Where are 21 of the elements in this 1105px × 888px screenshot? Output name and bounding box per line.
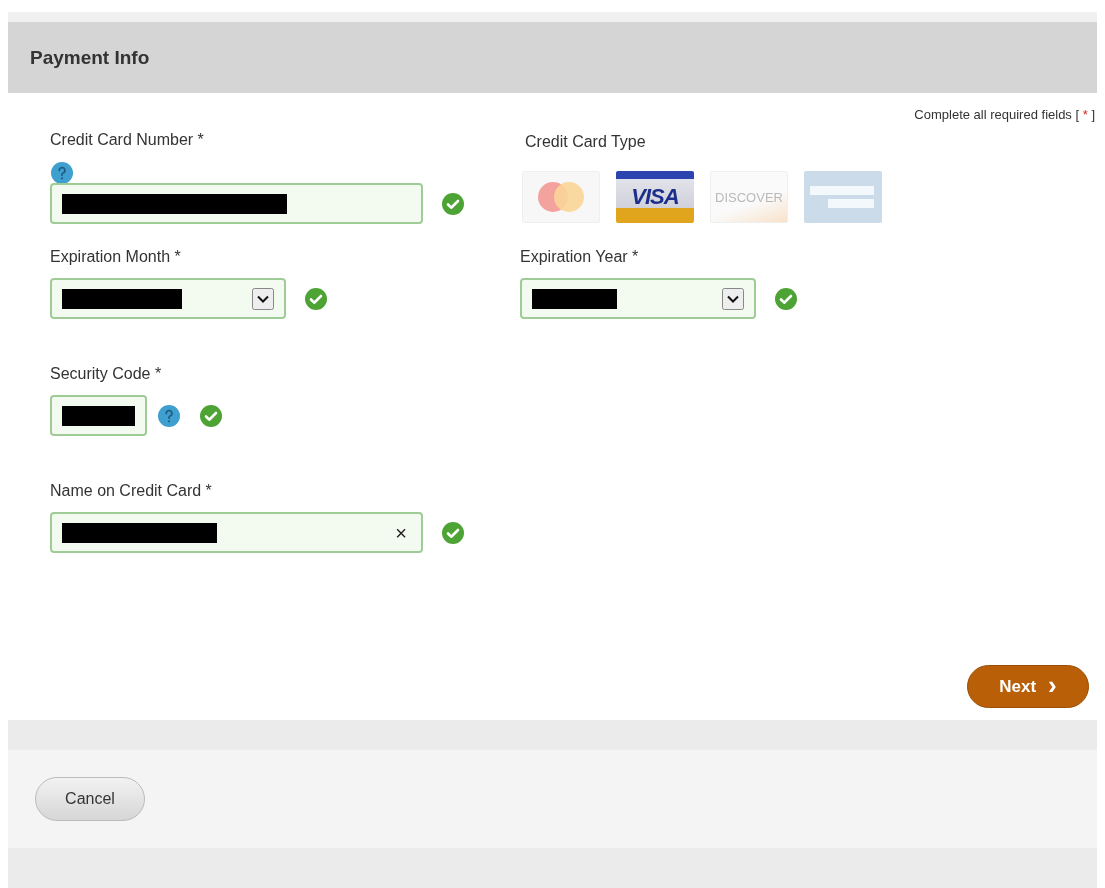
card-type-label: Credit Card Type bbox=[525, 133, 646, 151]
text-field[interactable]: × bbox=[50, 512, 423, 553]
field-label: Security Code * bbox=[50, 365, 162, 383]
card-logo[interactable]: VISA bbox=[616, 171, 694, 223]
dropdown-field[interactable] bbox=[520, 278, 756, 319]
cancel-button[interactable]: Cancel bbox=[35, 777, 145, 821]
field-label: Credit Card Number * bbox=[50, 131, 204, 149]
help-icon[interactable] bbox=[50, 161, 74, 185]
clear-button[interactable]: × bbox=[391, 522, 411, 543]
next-button[interactable]: Next › bbox=[967, 665, 1089, 708]
help-icon[interactable] bbox=[157, 403, 181, 428]
field-label: Expiration Year * bbox=[520, 248, 639, 266]
required-note: Complete all required fields [ * ] bbox=[914, 107, 1095, 122]
dropdown-field[interactable] bbox=[50, 278, 286, 319]
input-field[interactable] bbox=[50, 395, 147, 436]
field-label: Expiration Month * bbox=[50, 248, 181, 266]
caret-icon bbox=[252, 287, 274, 310]
text-field[interactable] bbox=[50, 183, 423, 224]
field-label: Name on Credit Card * bbox=[50, 482, 212, 500]
caret-icon bbox=[722, 287, 744, 310]
panel-title: Payment Info bbox=[30, 46, 150, 69]
